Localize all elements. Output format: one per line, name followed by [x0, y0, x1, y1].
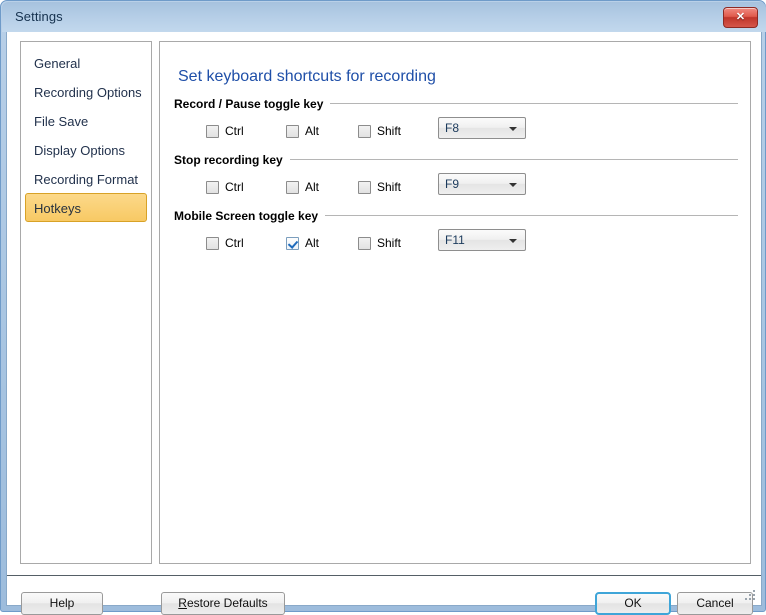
group-row: Ctrl Alt Shift F11	[174, 229, 738, 263]
checkbox-box-icon	[286, 125, 299, 138]
checkbox-ctrl-record-pause[interactable]: Ctrl	[206, 124, 244, 138]
checkbox-label: Ctrl	[225, 124, 244, 138]
checkbox-checked-icon	[286, 237, 299, 250]
group-rule	[325, 215, 738, 216]
checkbox-shift-stop-recording[interactable]: Shift	[358, 180, 401, 194]
checkbox-alt-mobile-screen[interactable]: Alt	[286, 236, 319, 250]
sidebar-item-hotkeys[interactable]: Hotkeys	[25, 193, 147, 222]
group-rule	[290, 159, 738, 160]
hotkeys-panel: Set keyboard shortcuts for recording Rec…	[159, 41, 751, 564]
window-title: Settings	[15, 9, 63, 24]
resize-grip-icon[interactable]	[745, 590, 757, 602]
group-record-pause: Record / Pause toggle key Ctrl Alt Shift	[174, 95, 738, 151]
checkbox-box-icon	[358, 237, 371, 250]
chevron-down-icon	[509, 183, 517, 187]
group-legend-label: Stop recording key	[174, 153, 283, 167]
sidebar-item-recording-format[interactable]: Recording Format	[25, 164, 147, 193]
checkbox-label: Shift	[377, 124, 401, 138]
checkbox-alt-record-pause[interactable]: Alt	[286, 124, 319, 138]
key-dropdown-record-pause[interactable]: F8	[438, 117, 526, 139]
checkbox-ctrl-stop-recording[interactable]: Ctrl	[206, 180, 244, 194]
restore-defaults-label: estore Defaults	[187, 596, 268, 610]
key-dropdown-value: F9	[445, 177, 459, 191]
key-dropdown-stop-recording[interactable]: F9	[438, 173, 526, 195]
checkbox-shift-mobile-screen[interactable]: Shift	[358, 236, 401, 250]
group-rule	[330, 103, 738, 104]
sidebar-item-file-save[interactable]: File Save	[25, 106, 147, 135]
group-legend-label: Record / Pause toggle key	[174, 97, 323, 111]
key-dropdown-mobile-screen[interactable]: F11	[438, 229, 526, 251]
restore-defaults-accelerator: R	[178, 596, 187, 610]
checkbox-shift-record-pause[interactable]: Shift	[358, 124, 401, 138]
checkbox-label: Ctrl	[225, 236, 244, 250]
sidebar-item-general[interactable]: General	[25, 48, 147, 77]
sidebar-item-display-options[interactable]: Display Options	[25, 135, 147, 164]
group-legend-label: Mobile Screen toggle key	[174, 209, 318, 223]
checkbox-label: Alt	[305, 124, 319, 138]
group-mobile-screen-toggle: Mobile Screen toggle key Ctrl Alt Shift	[174, 207, 738, 263]
settings-category-list: General Recording Options File Save Disp…	[20, 41, 152, 564]
checkbox-box-icon	[286, 181, 299, 194]
checkbox-box-icon	[358, 125, 371, 138]
checkbox-box-icon	[206, 237, 219, 250]
checkbox-label: Shift	[377, 236, 401, 250]
title-bar[interactable]: Settings	[2, 2, 766, 32]
group-legend: Stop recording key	[174, 151, 738, 168]
group-legend: Record / Pause toggle key	[174, 95, 738, 112]
checkbox-box-icon	[206, 181, 219, 194]
checkbox-label: Alt	[305, 236, 319, 250]
sidebar-item-recording-options[interactable]: Recording Options	[25, 77, 147, 106]
key-dropdown-value: F11	[445, 233, 465, 247]
footer-divider	[7, 575, 761, 576]
settings-window: Settings General Recording Options File …	[0, 0, 766, 612]
checkbox-alt-stop-recording[interactable]: Alt	[286, 180, 319, 194]
chevron-down-icon	[509, 127, 517, 131]
group-row: Ctrl Alt Shift F9	[174, 173, 738, 207]
key-dropdown-value: F8	[445, 121, 459, 135]
group-legend: Mobile Screen toggle key	[174, 207, 738, 224]
checkbox-label: Shift	[377, 180, 401, 194]
checkbox-box-icon	[358, 181, 371, 194]
close-icon[interactable]	[723, 7, 758, 28]
group-stop-recording: Stop recording key Ctrl Alt Shift	[174, 151, 738, 207]
checkbox-label: Alt	[305, 180, 319, 194]
checkbox-label: Ctrl	[225, 180, 244, 194]
group-row: Ctrl Alt Shift F8	[174, 117, 738, 151]
checkbox-box-icon	[206, 125, 219, 138]
page-title: Set keyboard shortcuts for recording	[178, 68, 436, 86]
checkbox-ctrl-mobile-screen[interactable]: Ctrl	[206, 236, 244, 250]
client-area: General Recording Options File Save Disp…	[6, 32, 762, 606]
chevron-down-icon	[509, 239, 517, 243]
